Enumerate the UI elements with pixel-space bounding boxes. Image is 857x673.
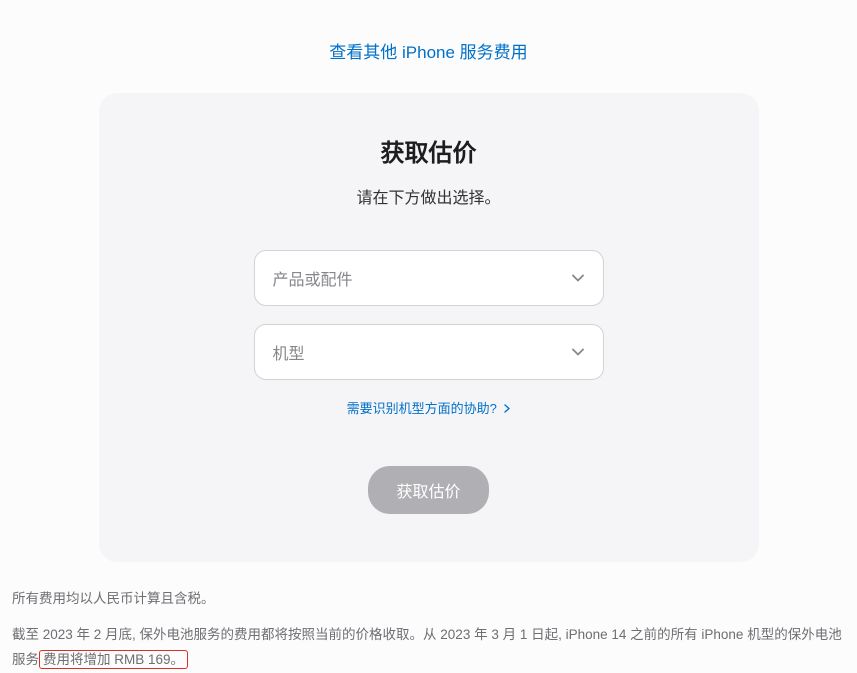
identify-model-help-link[interactable]: 需要识别机型方面的协助? bbox=[347, 401, 511, 416]
chevron-right-icon bbox=[504, 401, 510, 416]
model-select[interactable]: 机型 bbox=[254, 324, 604, 380]
card-subtitle: 请在下方做出选择。 bbox=[139, 184, 719, 208]
footnote-tax: 所有费用均以人民币计算且含税。 bbox=[12, 586, 845, 612]
footnotes: 所有费用均以人民币计算且含税。 截至 2023 年 2 月底, 保外电池服务的费… bbox=[0, 562, 857, 673]
product-select-placeholder: 产品或配件 bbox=[273, 266, 353, 290]
model-select-placeholder: 机型 bbox=[273, 340, 305, 364]
estimate-card: 获取估价 请在下方做出选择。 产品或配件 机型 需要识别机型方面的协助? 获取估… bbox=[99, 93, 759, 562]
product-select[interactable]: 产品或配件 bbox=[254, 250, 604, 306]
get-estimate-button[interactable]: 获取估价 bbox=[368, 466, 488, 514]
help-link-label: 需要识别机型方面的协助? bbox=[347, 401, 497, 416]
chevron-down-icon bbox=[571, 271, 585, 285]
price-increase-highlight: 费用将增加 RMB 169。 bbox=[39, 650, 188, 669]
other-service-fees-link[interactable]: 查看其他 iPhone 服务费用 bbox=[329, 43, 527, 62]
chevron-down-icon bbox=[571, 345, 585, 359]
footnote-price-change: 截至 2023 年 2 月底, 保外电池服务的费用都将按照当前的价格收取。从 2… bbox=[12, 622, 845, 673]
card-title: 获取估价 bbox=[139, 133, 719, 168]
